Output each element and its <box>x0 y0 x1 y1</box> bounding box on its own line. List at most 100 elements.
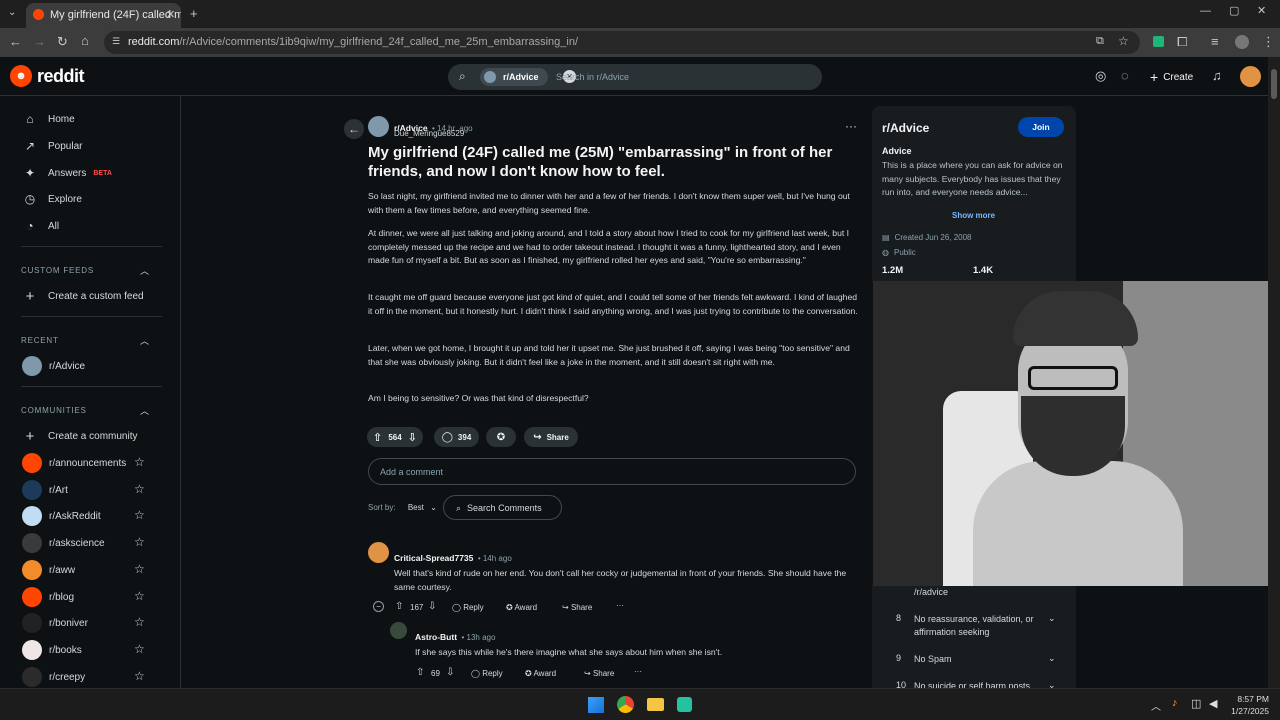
new-tab-icon[interactable]: + <box>190 7 198 20</box>
add-comment-input[interactable]: Add a comment <box>368 458 856 485</box>
favorite-star-icon[interactable]: ☆ <box>134 508 145 522</box>
profile-avatar-icon[interactable] <box>1235 35 1249 49</box>
search-bar[interactable]: ⌕ r/Advice ✕ Search in r/Advice <box>448 64 822 90</box>
scrollbar-thumb[interactable] <box>1271 69 1277 99</box>
commenter-avatar[interactable] <box>390 622 407 639</box>
back-icon[interactable]: ← <box>9 35 22 48</box>
nav-popular[interactable]: ↗ Popular <box>22 135 83 157</box>
nav-all[interactable]: ◔ All <box>22 215 59 237</box>
share-button[interactable]: ↪ Share <box>584 669 614 678</box>
share-button[interactable]: ↪ Share <box>524 427 578 447</box>
file-explorer-icon[interactable] <box>647 698 664 711</box>
award-button[interactable]: ✪ Award <box>525 669 556 678</box>
network-icon[interactable]: ◫ <box>1191 697 1201 710</box>
bookmark-star-icon[interactable]: ☆ <box>1118 34 1129 48</box>
award-button[interactable]: ✪ <box>486 427 516 447</box>
sidebar-community-item[interactable]: r/askscience <box>22 532 105 554</box>
browser-tab[interactable]: My girlfriend (24F) called me (2 ✕ <box>26 3 181 28</box>
comments-button[interactable]: ◯ 394 <box>434 427 479 447</box>
extension-green-icon[interactable] <box>1153 36 1164 47</box>
more-options-icon[interactable]: ··· <box>845 119 857 133</box>
nav-explore[interactable]: ◷ Explore <box>22 188 82 210</box>
create-post-button[interactable]: + Create <box>1150 69 1193 85</box>
reply-button[interactable]: ◯ Reply <box>471 669 503 678</box>
favorite-star-icon[interactable]: ☆ <box>134 615 145 629</box>
upvote-icon[interactable]: ⇧ <box>373 431 382 444</box>
page-scrollbar[interactable] <box>1268 57 1280 688</box>
award-button[interactable]: ✪ Award <box>506 603 537 612</box>
volume-icon[interactable]: ◀ <box>1209 697 1217 710</box>
favorite-star-icon[interactable]: ☆ <box>134 589 145 603</box>
tray-chevron-icon[interactable]: ︿ <box>1151 698 1161 713</box>
favorite-star-icon[interactable]: ☆ <box>134 642 145 656</box>
show-more-link[interactable]: Show more <box>952 211 995 220</box>
recent-heading[interactable]: RECENT <box>21 336 59 345</box>
sidebar-community-item[interactable]: r/Art <box>22 479 68 501</box>
maximize-icon[interactable]: ▢ <box>1229 6 1239 17</box>
downvote-icon[interactable]: ⇩ <box>428 601 436 612</box>
back-arrow-icon[interactable]: ← <box>344 119 364 139</box>
upvote-icon[interactable]: ⇧ <box>395 601 403 612</box>
windows-start-icon[interactable] <box>588 697 604 713</box>
community-name[interactable]: r/Advice <box>882 121 929 135</box>
favorite-star-icon[interactable]: ☆ <box>134 455 145 469</box>
chevron-up-icon[interactable]: ︿ <box>140 404 149 417</box>
collapse-thread-icon[interactable]: − <box>373 601 384 612</box>
subreddit-avatar[interactable] <box>368 116 389 137</box>
create-custom-feed[interactable]: + Create a custom feed <box>22 285 144 307</box>
sidebar-community-item[interactable]: r/boniver <box>22 612 88 634</box>
commenter-avatar[interactable] <box>368 542 389 563</box>
reload-icon[interactable]: ↻ <box>57 35 68 48</box>
microphone-icon[interactable]: ♪ <box>1172 697 1178 709</box>
join-button[interactable]: Join <box>1018 117 1064 137</box>
create-community[interactable]: + Create a community <box>22 425 138 447</box>
sidebar-community-item[interactable]: r/announcements <box>22 452 126 474</box>
sidebar-community-item[interactable]: r/books <box>22 639 82 661</box>
sidebar-community-item[interactable]: r/aww <box>22 559 75 581</box>
clock[interactable]: 8:57 PM 1/27/2025 <box>1225 693 1269 717</box>
minimize-icon[interactable]: — <box>1200 6 1211 17</box>
advertise-icon[interactable]: ◎ <box>1095 68 1106 84</box>
more-options-icon[interactable]: ··· <box>634 667 642 676</box>
sidebar-community-item[interactable]: r/creepy <box>22 666 85 688</box>
favorite-star-icon[interactable]: ☆ <box>134 482 145 496</box>
tab-search-icon[interactable]: ⌄ <box>8 8 16 18</box>
site-info-icon[interactable]: ☰ <box>112 36 120 47</box>
chrome-menu-icon[interactable]: ⋮ <box>1262 35 1275 48</box>
address-bar[interactable]: ☰ reddit.com/r/Advice/comments/1ib9qiw/m… <box>104 31 1140 54</box>
communities-heading[interactable]: COMMUNITIES <box>21 406 87 415</box>
chrome-taskbar-icon[interactable] <box>617 696 634 713</box>
home-button-icon[interactable]: ⌂ <box>81 34 89 47</box>
sort-control[interactable]: Sort by: Best ⌄ <box>368 503 437 512</box>
chevron-up-icon[interactable]: ︿ <box>140 334 149 347</box>
comment-author[interactable]: Astro-Butt <box>415 632 457 642</box>
forward-icon[interactable]: → <box>33 35 46 48</box>
chevron-up-icon[interactable]: ︿ <box>140 264 149 277</box>
reply-button[interactable]: ◯ Reply <box>452 603 484 612</box>
app-taskbar-icon[interactable] <box>677 697 692 712</box>
search-comments-button[interactable]: ⌕ Search Comments <box>443 495 562 520</box>
window-close-icon[interactable]: ✕ <box>1257 6 1266 17</box>
nav-answers[interactable]: ✦ Answers BETA <box>22 162 112 184</box>
notifications-bell-icon[interactable]: ♫ <box>1212 68 1222 83</box>
custom-feeds-heading[interactable]: CUSTOM FEEDS <box>21 266 94 275</box>
search-subreddit-chip[interactable]: r/Advice ✕ <box>480 68 576 86</box>
downvote-icon[interactable]: ⇩ <box>446 667 454 678</box>
favorite-star-icon[interactable]: ☆ <box>134 562 145 576</box>
recent-advice[interactable]: r/Advice <box>22 355 85 377</box>
install-app-icon[interactable]: ⧉ <box>1096 35 1104 48</box>
share-button[interactable]: ↪ Share <box>562 603 592 612</box>
post-author[interactable]: Due_Meringue8529 <box>394 129 464 138</box>
comment-author[interactable]: Critical-Spread7735 <box>394 553 473 563</box>
sidebar-community-item[interactable]: r/AskReddit <box>22 505 101 527</box>
nav-home[interactable]: ⌂ Home <box>22 108 74 130</box>
more-options-icon[interactable]: ··· <box>616 601 624 610</box>
reading-list-icon[interactable]: ≡ <box>1211 35 1219 48</box>
sidebar-community-item[interactable]: r/blog <box>22 586 74 608</box>
user-avatar[interactable] <box>1240 66 1261 87</box>
favorite-star-icon[interactable]: ☆ <box>134 535 145 549</box>
chat-icon[interactable]: ◌ <box>1121 68 1129 83</box>
upvote-icon[interactable]: ⇧ <box>416 667 424 678</box>
downvote-icon[interactable]: ⇩ <box>408 431 417 444</box>
favorite-star-icon[interactable]: ☆ <box>134 669 145 683</box>
